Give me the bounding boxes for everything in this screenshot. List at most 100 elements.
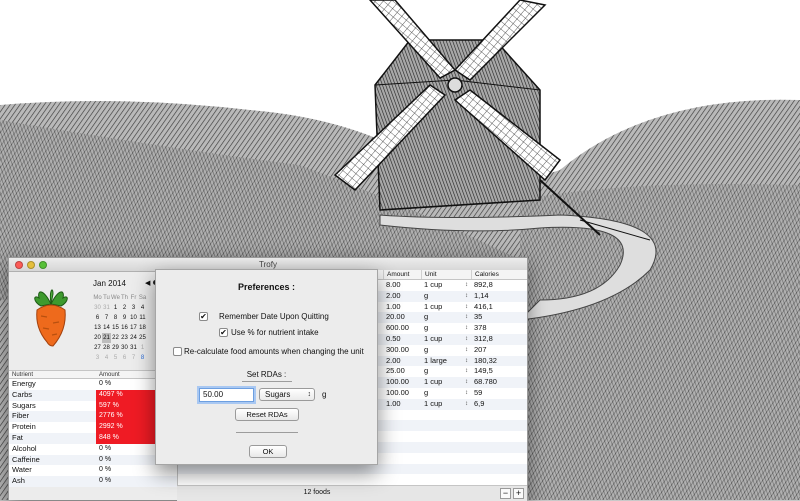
calories-column-header[interactable]: Calories: [471, 270, 526, 279]
amount-column-header[interactable]: Amount: [383, 270, 421, 279]
nutrient-row[interactable]: Fiber 2776 %: [9, 411, 177, 423]
nutrient-row[interactable]: Caffeine 0 %: [9, 454, 177, 466]
calendar-day[interactable]: 25: [138, 333, 147, 343]
calendar-day[interactable]: 7: [129, 353, 138, 363]
food-amount[interactable]: 0.50: [383, 334, 421, 345]
weekday-label: Tu: [103, 295, 110, 301]
calendar-day[interactable]: 2: [120, 303, 129, 313]
status-bar: 12 foods − +: [177, 485, 527, 501]
food-amount[interactable]: 600.00: [383, 323, 421, 334]
preferences-sheet: Preferences : ✔ Remember Date Upon Quitt…: [155, 269, 378, 465]
nutrient-row[interactable]: Fat 848 %: [9, 432, 177, 444]
calendar-day[interactable]: 10: [129, 313, 138, 323]
food-amount[interactable]: 1.00: [383, 399, 421, 410]
food-unit-select[interactable]: 1 cup: [421, 377, 471, 388]
nutrient-name: Carbs: [12, 389, 33, 399]
nutrient-name: Alcohol: [12, 443, 37, 453]
food-calories: 149,5: [474, 366, 493, 376]
calendar-day[interactable]: 28: [102, 343, 111, 353]
calendar-day[interactable]: 6: [93, 313, 102, 323]
nutrient-column-header[interactable]: Nutrient: [9, 371, 96, 378]
food-amount[interactable]: 20.00: [383, 312, 421, 323]
unit-column-header[interactable]: Unit: [421, 270, 471, 279]
calendar-day[interactable]: 27: [93, 343, 102, 353]
remember-date-checkbox[interactable]: ✔: [199, 312, 208, 321]
food-unit-select[interactable]: g: [421, 291, 471, 302]
food-unit-select[interactable]: 1 cup: [421, 280, 471, 291]
calendar-day[interactable]: 16: [120, 323, 129, 333]
calendar-day[interactable]: 5: [111, 353, 120, 363]
calendar-day[interactable]: 13: [93, 323, 102, 333]
calendar-day[interactable]: 4: [102, 353, 111, 363]
food-unit-select[interactable]: g: [421, 323, 471, 334]
calendar-day[interactable]: 30: [93, 303, 102, 313]
previous-month-icon[interactable]: ◀: [145, 279, 150, 287]
calendar-day[interactable]: 1: [111, 303, 120, 313]
food-unit-select[interactable]: g: [421, 345, 471, 356]
use-percent-label[interactable]: Use % for nutrient intake: [231, 328, 319, 337]
calendar-day[interactable]: 7: [102, 313, 111, 323]
nutrient-row[interactable]: Ash 0 %: [9, 476, 177, 487]
food-amount[interactable]: 300.00: [383, 345, 421, 356]
calendar-week-row: 345678: [93, 353, 147, 363]
calendar-day[interactable]: 14: [102, 323, 111, 333]
calendar-day[interactable]: 23: [120, 333, 129, 343]
nutrient-table-header[interactable]: Nutrient Amount: [9, 370, 177, 379]
food-unit-select[interactable]: 1 cup: [421, 302, 471, 313]
remember-date-label[interactable]: Remember Date Upon Quitting: [219, 312, 329, 321]
calendar-day[interactable]: 18: [138, 323, 147, 333]
calendar-day[interactable]: 8: [111, 313, 120, 323]
nutrient-row[interactable]: Water 0 %: [9, 465, 177, 477]
food-amount[interactable]: 25.00: [383, 366, 421, 377]
calendar-day[interactable]: 15: [111, 323, 120, 333]
calendar-day[interactable]: 17: [129, 323, 138, 333]
add-food-button[interactable]: +: [513, 488, 524, 499]
rda-nutrient-select[interactable]: Sugars: [259, 388, 315, 401]
calendar-day[interactable]: 3: [93, 353, 102, 363]
calendar-day[interactable]: 9: [120, 313, 129, 323]
calendar-day[interactable]: 29: [111, 343, 120, 353]
calendar-day[interactable]: 20: [93, 333, 102, 343]
calendar-day[interactable]: 21: [102, 333, 111, 343]
calendar-day[interactable]: 4: [138, 303, 147, 313]
food-amount[interactable]: 1.00: [383, 302, 421, 313]
calendar-week-row: 6 7 8 9 10 11: [93, 313, 147, 323]
calendar-week-row: 20 21 22 23 24 25: [93, 333, 147, 343]
reset-rdas-button[interactable]: Reset RDAs: [235, 408, 299, 421]
calendar-day[interactable]: 30: [120, 343, 129, 353]
calendar-day[interactable]: 8: [138, 353, 147, 363]
food-amount[interactable]: 100.00: [383, 377, 421, 388]
nutrient-name: Ash: [12, 476, 25, 486]
calendar-day[interactable]: 24: [129, 333, 138, 343]
calendar-day[interactable]: 22: [111, 333, 120, 343]
nutrient-row[interactable]: Sugars 597 %: [9, 400, 177, 412]
calendar-day[interactable]: 1: [138, 343, 147, 353]
food-unit-select[interactable]: 1 cup: [421, 399, 471, 410]
nutrient-row[interactable]: Energy 0 %: [9, 379, 177, 390]
nutrient-row[interactable]: Carbs 4097 %: [9, 389, 177, 401]
food-calories: 68.780: [474, 377, 497, 387]
food-unit-select[interactable]: g: [421, 312, 471, 323]
calendar-day[interactable]: 11: [138, 313, 147, 323]
rda-value-input[interactable]: 50.00: [199, 388, 254, 402]
remove-food-button[interactable]: −: [500, 488, 511, 499]
calendar-day[interactable]: 3: [129, 303, 138, 313]
food-unit-select[interactable]: 1 large: [421, 356, 471, 367]
calendar-day[interactable]: 6: [120, 353, 129, 363]
ok-button[interactable]: OK: [249, 445, 287, 458]
food-amount[interactable]: 100.00: [383, 388, 421, 399]
food-amount[interactable]: 2.00: [383, 291, 421, 302]
calendar-day[interactable]: 31: [129, 343, 138, 353]
food-amount[interactable]: 2.00: [383, 356, 421, 367]
food-calories: 35: [474, 312, 483, 322]
nutrient-row[interactable]: Alcohol 0 %: [9, 443, 177, 455]
use-percent-checkbox[interactable]: ✔: [219, 328, 228, 337]
recalculate-amounts-label[interactable]: Re-calculate food amounts when changing …: [184, 347, 364, 356]
recalculate-amounts-checkbox[interactable]: [173, 347, 182, 356]
nutrient-row[interactable]: Protein 2992 %: [9, 422, 177, 433]
food-amount[interactable]: 8.00: [383, 280, 421, 291]
food-unit-select[interactable]: g: [421, 388, 471, 399]
calendar-day[interactable]: 31: [102, 303, 111, 313]
food-unit-select[interactable]: 1 cup: [421, 334, 471, 345]
food-unit-select[interactable]: g: [421, 366, 471, 377]
